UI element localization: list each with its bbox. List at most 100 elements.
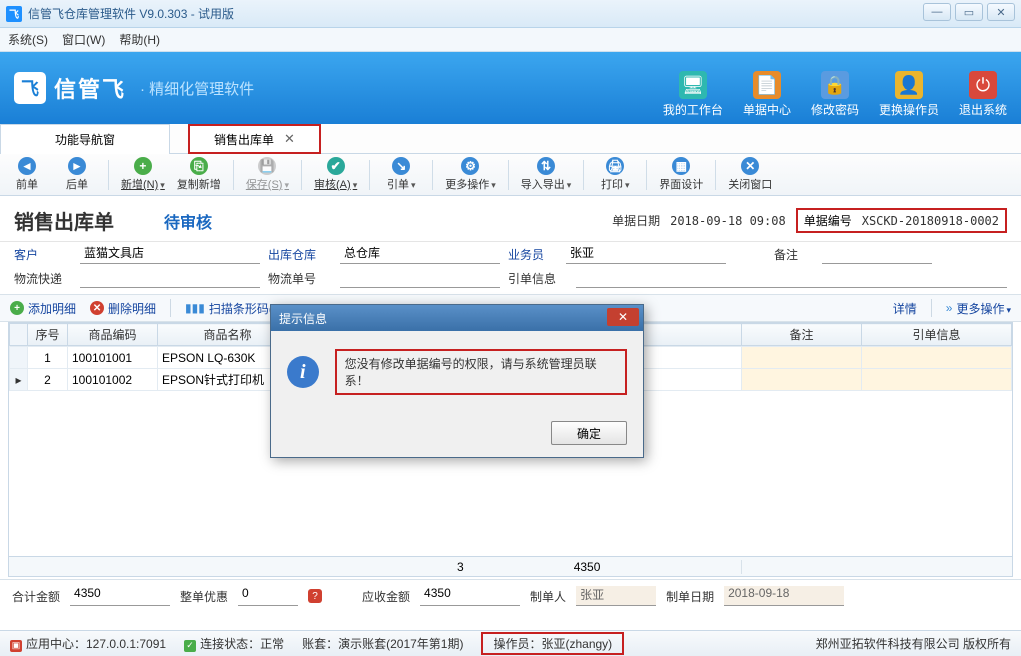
discount-value[interactable]: 0 [238,586,298,606]
btn-del-detail[interactable]: ✕删除明细 [90,300,156,317]
app-title: 信管飞仓库管理软件 V9.0.303 - 试用版 [28,5,234,22]
btn-add-detail[interactable]: +添加明细 [10,300,76,317]
customer-label: 客户 [14,246,72,263]
express-label: 物流快递 [14,270,72,287]
expressno-input[interactable] [340,268,500,288]
btn-save: 💾保存(S) [246,157,289,192]
col-seq[interactable]: 序号 [28,324,68,346]
app-icon: 飞 [6,6,22,22]
btn-more[interactable]: ⚙更多操作 [445,157,496,192]
tab-close-icon[interactable]: ✕ [284,131,295,147]
expressno-label: 物流单号 [268,270,332,287]
discount-label: 整单优惠 [180,588,228,605]
dialog-title: 提示信息 [279,310,327,327]
arrow-left-icon: ◄ [18,157,36,175]
banner-exit[interactable]: ⏻退出系统 [959,71,1007,118]
sales-input[interactable]: 张亚 [566,244,726,264]
copy-icon: ⎘ [190,157,208,175]
doc-date-label: 单据日期 [612,212,660,229]
makedate-value: 2018-09-18 [724,586,844,606]
banner-workbench[interactable]: 🖥我的工作台 [663,71,723,118]
banner-doc-center[interactable]: 📄单据中心 [743,71,791,118]
logo-subtitle: · 精细化管理软件 [140,78,254,99]
makedate-label: 制单日期 [666,588,714,605]
app-center-icon: ▣ [10,640,22,652]
link-icon: ↘ [392,157,410,175]
remark-label: 备注 [774,246,814,263]
menu-help[interactable]: 帮助(H) [119,31,160,48]
receivable-value[interactable]: 4350 [420,586,520,606]
col-remark[interactable]: 备注 [742,324,862,346]
btn-copy-new[interactable]: ⎘复制新增 [177,157,221,192]
btn-close-window[interactable]: ✕关闭窗口 [728,157,772,192]
btn-new[interactable]: +新增(N) [121,157,165,192]
barcode-icon: ▮▮▮ [185,301,205,315]
document-icon: 📄 [753,71,781,99]
document-toolbar: ◄前单 ►后单 +新增(N) ⎘复制新增 💾保存(S) ✔审核(A) ↘引单 ⚙… [0,154,1021,196]
grid-footer: 34350 [8,557,1013,577]
message-dialog: 提示信息 ✕ i 您没有修改单据编号的权限，请与系统管理员联系！ 确定 [270,304,644,458]
io-icon: ⇅ [537,157,555,175]
refinfo-label: 引单信息 [508,270,568,287]
tab-strip: 功能导航窗 销售出库单 ✕ [0,124,1021,154]
save-icon: 💾 [258,157,276,175]
status-operator: 操作员：张亚(zhangy) [481,632,624,655]
status-copyright: 郑州亚拓软件科技有限公司 版权所有 [816,635,1011,652]
lock-icon: 🔒 [821,71,849,99]
doc-number-box: 单据编号 XSCKD-20180918-0002 [796,208,1007,233]
total-value[interactable]: 4350 [70,586,170,606]
totals-bar: 合计金额 4350 整单优惠 0 ? 应收金额 4350 制单人 张亚 制单日期… [0,579,1021,612]
connection-icon: ✓ [184,640,196,652]
menu-window[interactable]: 窗口(W) [62,31,105,48]
menu-system[interactable]: 系统(S) [8,31,48,48]
menu-bar: 系统(S) 窗口(W) 帮助(H) [0,28,1021,52]
btn-ui-design[interactable]: ▦界面设计 [659,157,703,192]
customer-input[interactable]: 蓝猫文具店 [80,244,260,264]
btn-detail[interactable]: 详情 [893,300,917,317]
user-icon: 👤 [895,71,923,99]
status-bar: ▣应用中心：127.0.0.1:7091 ✓连接状态：正常 账套：演示账套(20… [0,630,1021,656]
maker-value: 张亚 [576,586,656,606]
doc-number-label: 单据编号 [804,212,852,229]
x-icon: ✕ [90,301,104,315]
col-ref[interactable]: 引单信息 [862,324,1012,346]
power-icon: ⏻ [969,71,997,99]
btn-more-ops[interactable]: »更多操作 [946,300,1011,317]
close-icon: ✕ [741,157,759,175]
total-label: 合计金额 [12,588,60,605]
dialog-title-bar[interactable]: 提示信息 ✕ [271,305,643,331]
banner: 飞 信管飞 · 精细化管理软件 🖥我的工作台 📄单据中心 🔒修改密码 👤更换操作… [0,52,1021,124]
refinfo-input[interactable] [576,268,1007,288]
status-app-center: 应用中心：127.0.0.1:7091 [26,637,166,651]
document-header: 销售出库单 待审核 单据日期 2018-09-18 09:08 单据编号 XSC… [0,196,1021,242]
status-connection: 连接状态：正常 [200,637,284,651]
btn-next[interactable]: ►后单 [58,157,96,192]
title-bar: 飞 信管飞仓库管理软件 V9.0.303 - 试用版 — ▭ ✕ [0,0,1021,28]
col-code[interactable]: 商品编码 [68,324,158,346]
maker-label: 制单人 [530,588,566,605]
dialog-message: 您没有修改单据编号的权限，请与系统管理员联系！ [335,349,627,395]
doc-date-value: 2018-09-18 09:08 [670,214,786,228]
btn-audit[interactable]: ✔审核(A) [314,157,357,192]
dialog-ok-button[interactable]: 确定 [551,421,627,445]
banner-switch-operator[interactable]: 👤更换操作员 [879,71,939,118]
btn-print[interactable]: 🖨打印 [596,157,634,192]
close-button[interactable]: ✕ [987,3,1015,21]
remark-input[interactable] [822,244,932,264]
btn-import-export[interactable]: ⇅导入导出 [521,157,572,192]
sales-label: 业务员 [508,246,558,263]
maximize-button[interactable]: ▭ [955,3,983,21]
tab-navigation[interactable]: 功能导航窗 [0,124,170,154]
logo-icon: 飞 [14,72,46,104]
receivable-label: 应收金额 [362,588,410,605]
help-icon[interactable]: ? [308,589,322,603]
express-input[interactable] [80,268,260,288]
warehouse-input[interactable]: 总仓库 [340,244,500,264]
chevron-down-icon: » [946,301,953,315]
btn-ref[interactable]: ↘引单 [382,157,420,192]
banner-change-password[interactable]: 🔒修改密码 [811,71,859,118]
dialog-close-button[interactable]: ✕ [607,308,639,326]
minimize-button[interactable]: — [923,3,951,21]
btn-prev[interactable]: ◄前单 [8,157,46,192]
tab-sales-out[interactable]: 销售出库单 ✕ [188,124,321,154]
